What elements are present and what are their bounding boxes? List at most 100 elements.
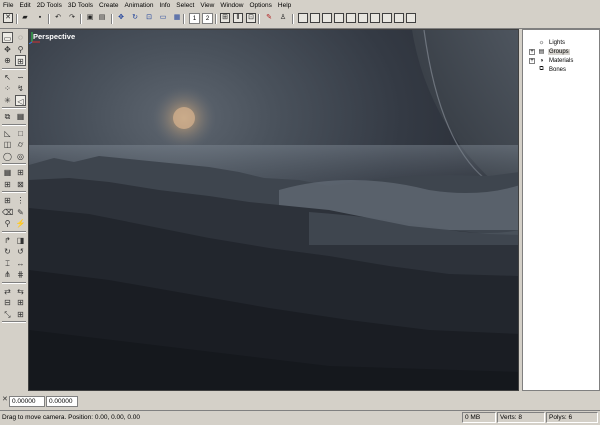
split-right-icon[interactable] [346,13,356,23]
eraser-tool-icon[interactable]: ⌫ [2,207,13,218]
menu-3d-tools[interactable]: 3D Tools [65,0,96,11]
menu-window[interactable]: Window [217,0,246,11]
rotate-tool-icon[interactable]: ↻ [2,246,13,257]
box-tool-icon[interactable]: □ [15,128,26,139]
menu-edit[interactable]: Edit [16,0,33,11]
expand-icon[interactable]: + [529,57,535,64]
select-rect-tool-icon[interactable]: ▭ [2,32,13,43]
split-four-alt-icon[interactable] [406,13,416,23]
redo-icon[interactable]: ↷ [67,13,77,23]
coordinate-x-field[interactable]: 0.00000 [9,396,45,407]
lock-icon[interactable]: ⊡ [246,13,256,23]
menu-select[interactable]: Select [173,0,197,11]
wand-tool-icon[interactable]: ⚡ [15,218,26,229]
split-three-icon[interactable] [382,13,392,23]
tree-item-lights[interactable]: ☼ Lights [523,38,566,47]
plane-tool-icon[interactable]: ⊞ [15,167,26,178]
paint-icon[interactable]: ♙ [278,13,288,23]
paste-icon[interactable]: ▤ [97,13,107,23]
pin-tool-icon[interactable]: ⚲ [2,218,13,229]
perspective-viewport[interactable]: Perspective [28,29,519,391]
tree-item-materials[interactable]: + ◑ Materials [523,56,574,65]
copy-icon[interactable]: ▣ [85,13,95,23]
zoom-region-tool-icon[interactable]: ⊕ [2,55,13,66]
camera-tool-icon[interactable]: ◨ [15,235,26,246]
weld-tool-icon[interactable]: ⁘ [2,83,13,94]
scene-tree-panel: ☼ Lights + ▤ Groups + ◑ Materials ⧉ Bones [522,29,600,391]
rotate-icon[interactable]: ↻ [130,13,140,23]
grid-four-tool-icon[interactable]: ⊞ [15,309,26,320]
grid-icon[interactable]: ▦ [172,13,182,23]
cube-tool-icon[interactable]: ◫ [2,139,13,150]
taper-tool-icon[interactable]: ⌶ [2,258,13,269]
menu-animation[interactable]: Animation [122,0,157,11]
scale-tool-icon[interactable]: ⤡ [2,309,13,320]
dropper-icon[interactable]: ✎ [264,13,274,23]
split-four-icon[interactable] [394,13,404,23]
undo-icon[interactable]: ↶ [53,13,63,23]
save-icon[interactable]: ▪ [35,13,45,23]
lasso-tool-icon[interactable]: ◌ [15,32,26,43]
menu-help[interactable]: Help [275,0,294,11]
open-folder-icon[interactable]: ▰ [20,13,30,23]
menu-2d-tools[interactable]: 2D Tools [34,0,65,11]
toolbar-separator [48,14,50,24]
star-tool-icon[interactable]: ✳ [2,95,13,106]
select-box-icon[interactable]: ▭ [158,13,168,23]
text-icon[interactable]: Ⅱ [233,13,243,23]
align-tool-icon[interactable]: ⊟ [2,297,13,308]
cylinder-tool-icon[interactable]: ⌭ [15,139,26,150]
menu-create[interactable]: Create [96,0,122,11]
distribute-tool-icon[interactable]: ⊞ [15,297,26,308]
coordinate-y-field[interactable]: 0.00000 [46,396,78,407]
tree-item-bones[interactable]: ⧉ Bones [523,65,567,74]
link-tool-icon[interactable]: ∽ [15,72,26,83]
frame-icon[interactable]: ⊞ [220,13,230,23]
array-tool-icon[interactable]: ⋔ [2,269,13,280]
tree-item-groups[interactable]: + ▤ Groups [523,47,570,56]
pencil-tool-icon[interactable]: ✎ [15,207,26,218]
move-icon[interactable]: ✥ [116,13,126,23]
grid-create-tool-icon[interactable]: ▦ [2,167,13,178]
sphere-tool-icon[interactable]: ◯ [2,151,13,162]
bend-tool-icon[interactable]: ↱ [2,235,13,246]
move-tool-icon[interactable]: ✥ [2,44,13,55]
split-bottom-icon[interactable] [370,13,380,23]
single-view-icon[interactable] [298,13,308,23]
duplicate-tool-icon[interactable]: ⧉ [2,111,13,122]
zoom-tool-icon[interactable]: ⚲ [15,44,26,55]
torus-tool-icon[interactable]: ◎ [15,151,26,162]
vertex-select-tool-icon[interactable]: ↖ [2,72,13,83]
mesh-tool-icon[interactable]: ⊠ [15,179,26,190]
tool-separator [2,107,26,109]
menu-info[interactable]: Info [156,0,173,11]
menu-view[interactable]: View [197,0,217,11]
flip-tool-icon[interactable]: ⇆ [15,286,26,297]
split-top-icon[interactable] [358,13,368,23]
split-horizontal-icon[interactable] [322,13,332,23]
split-vertical-icon[interactable] [310,13,320,23]
triangle-tool-icon[interactable]: ◺ [2,128,13,139]
menu-options[interactable]: Options [246,0,274,11]
coordinate-close-icon[interactable]: ✕ [2,395,8,403]
cut-tool-icon[interactable]: ⋮ [15,195,26,206]
pointer-tool-icon[interactable]: ◁ [15,94,26,106]
scale-icon[interactable]: ⊡ [144,13,154,23]
subdivide-tool-icon[interactable]: ⊞ [2,179,13,190]
array-alt-tool-icon[interactable]: ⋕ [15,269,26,280]
mirror-tool-icon[interactable]: ⇄ [2,286,13,297]
view-one-button[interactable]: 1 [189,13,200,24]
menu-file[interactable]: File [0,0,16,11]
stretch-tool-icon[interactable]: ↔ [15,258,26,269]
close-icon[interactable]: ✕ [3,13,13,23]
zoom-fit-tool-icon[interactable]: ⊞ [15,55,26,66]
tool-palette: ▭ ◌ ✥ ⚲ ⊕ ⊞ ↖ ∽ ⁘ ↯ ✳ ◁ ⧉ ▦ ◺ □ ◫ ⌭ ◯ ◎ ▦ ⊞ ⊞ ⊠ ⊞ ⋮ ⌫ ✎ ⚲ ⚡ ↱ ◨ ↻ ↺ ⌶ ↔ ⋔ ⋕ ⇄ ⇆… [0,30,28,392]
view-two-button[interactable]: 2 [202,13,213,24]
expand-icon[interactable]: + [529,48,535,55]
grid-tool-icon[interactable]: ▦ [15,111,26,122]
grid-small-tool-icon[interactable]: ⊞ [2,195,13,206]
extrude-tool-icon[interactable]: ↯ [15,83,26,94]
toolbar-separator [258,14,260,24]
split-left-icon[interactable] [334,13,344,23]
rotate-back-tool-icon[interactable]: ↺ [15,246,26,257]
